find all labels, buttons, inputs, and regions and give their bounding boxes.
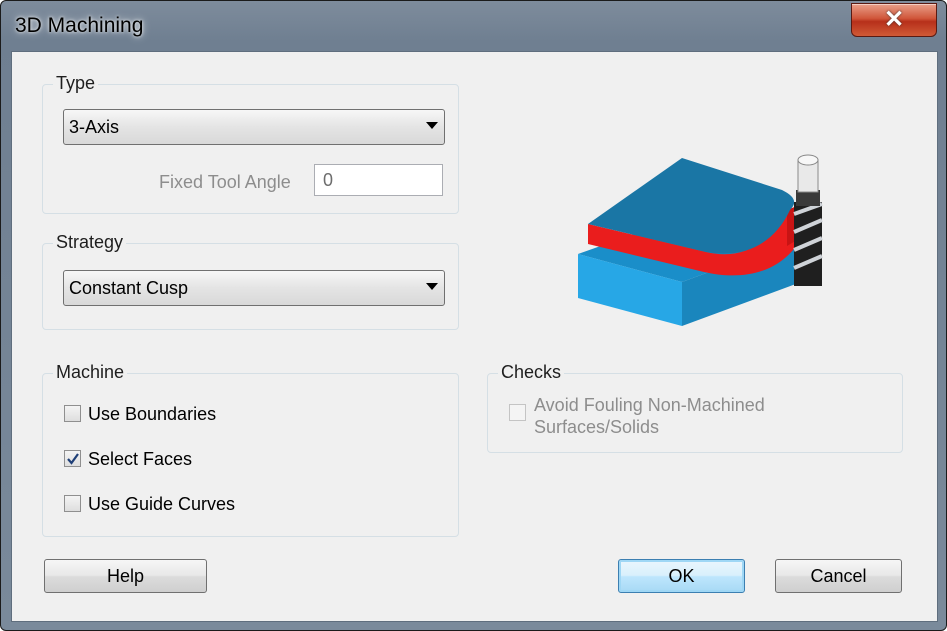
dialog-client-area: Type 3-Axis Fixed Tool Angle 0 Strategy … [11, 51, 938, 622]
strategy-dropdown[interactable]: Constant Cusp [63, 270, 445, 306]
dialog-window: 3D Machining ✕ Type 3-Axis Fixed Tool An… [0, 0, 947, 631]
window-title: 3D Machining [15, 14, 144, 37]
avoid-fouling-label: Avoid Fouling Non-Machined Surfaces/Soli… [534, 394, 765, 438]
avoid-fouling-checkbox[interactable] [509, 404, 526, 421]
strategy-group-label: Strategy [53, 232, 127, 253]
type-dropdown-value: 3-Axis [69, 117, 120, 137]
select-faces-checkbox[interactable] [64, 450, 81, 467]
use-boundaries-checkbox[interactable] [64, 405, 81, 422]
ok-button[interactable]: OK [618, 559, 745, 593]
type-group: Type 3-Axis Fixed Tool Angle 0 [42, 73, 459, 214]
cancel-button[interactable]: Cancel [775, 559, 902, 593]
select-faces-label[interactable]: Select Faces [88, 449, 192, 470]
checks-group: Checks Avoid Fouling Non-Machined Surfac… [487, 362, 903, 453]
title-bar[interactable]: 3D Machining ✕ [1, 1, 946, 51]
end-mill-cutter-icon [793, 154, 823, 286]
use-boundaries-label[interactable]: Use Boundaries [88, 404, 216, 425]
use-guide-curves-label[interactable]: Use Guide Curves [88, 494, 235, 515]
type-group-label: Type [53, 73, 99, 94]
type-dropdown[interactable]: 3-Axis [63, 109, 445, 145]
use-guide-curves-checkbox[interactable] [64, 495, 81, 512]
chevron-down-icon [426, 283, 438, 290]
close-button[interactable]: ✕ [851, 3, 937, 37]
machine-group-label: Machine [53, 362, 128, 383]
avoid-fouling-label-line1: Avoid Fouling Non-Machined [534, 395, 765, 415]
fixed-tool-angle-input[interactable]: 0 [314, 164, 443, 196]
checks-group-label: Checks [498, 362, 565, 383]
strategy-dropdown-value: Constant Cusp [69, 278, 189, 298]
machining-illustration [578, 154, 823, 326]
strategy-group: Strategy Constant Cusp [42, 232, 459, 330]
avoid-fouling-label-line2: Surfaces/Solids [534, 417, 660, 437]
machine-group: Machine Use Boundaries Select Faces Use … [42, 362, 459, 537]
checkmark-icon [67, 453, 79, 465]
fixed-tool-angle-value: 0 [323, 170, 334, 190]
help-button[interactable]: Help [44, 559, 207, 593]
close-icon: ✕ [883, 6, 905, 33]
fixed-tool-angle-label: Fixed Tool Angle [159, 172, 291, 192]
chevron-down-icon [426, 122, 438, 129]
